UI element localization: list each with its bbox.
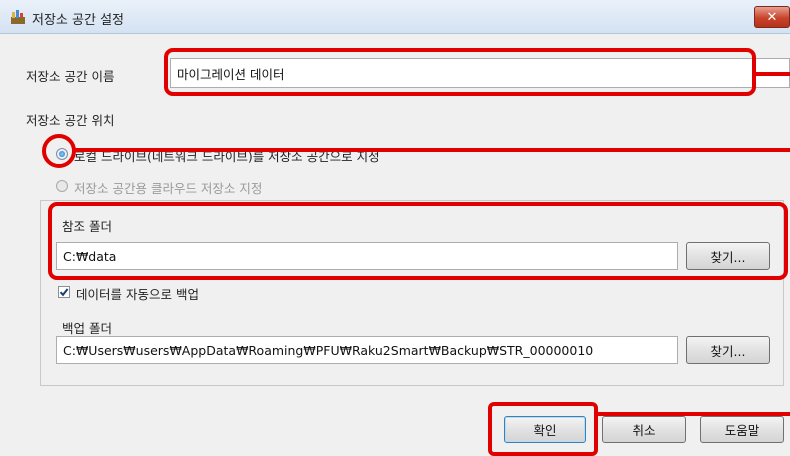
backup-folder-input[interactable]: C:₩Users₩users₩AppData₩Roaming₩PFU₩Raku2… [56, 336, 678, 364]
option-cloud-storage-label[interactable]: 저장소 공간용 클라우드 저장소 지정 [74, 178, 262, 197]
annotation-box-ok [488, 402, 598, 456]
annotation-box-storage-name [164, 48, 756, 96]
annotation-circle-radio [42, 134, 76, 168]
close-button[interactable]: ✕ [754, 6, 790, 28]
title-bar: 저장소 공간 설정 ✕ [0, 0, 790, 34]
backup-folder-browse-button[interactable]: 찾기... [686, 336, 770, 364]
storage-app-icon [10, 9, 26, 25]
window-title: 저장소 공간 설정 [32, 13, 124, 28]
checkmark-icon [59, 288, 69, 297]
storage-location-label: 저장소 공간 위치 [26, 113, 115, 128]
close-icon: ✕ [766, 9, 778, 25]
annotation-box-reference-folder [48, 202, 788, 280]
help-button[interactable]: 도움말 [700, 416, 784, 443]
auto-backup-checkbox[interactable] [58, 286, 70, 298]
storage-name-label: 저장소 공간 이름 [26, 69, 115, 84]
radio-cloud-storage[interactable] [56, 180, 68, 192]
annotation-line [754, 72, 790, 76]
auto-backup-label[interactable]: 데이터를 자동으로 백업 [76, 284, 199, 303]
annotation-line [74, 148, 790, 152]
annotation-line [596, 412, 790, 416]
backup-folder-label: 백업 폴더 [62, 321, 112, 336]
cancel-button[interactable]: 취소 [602, 416, 686, 443]
